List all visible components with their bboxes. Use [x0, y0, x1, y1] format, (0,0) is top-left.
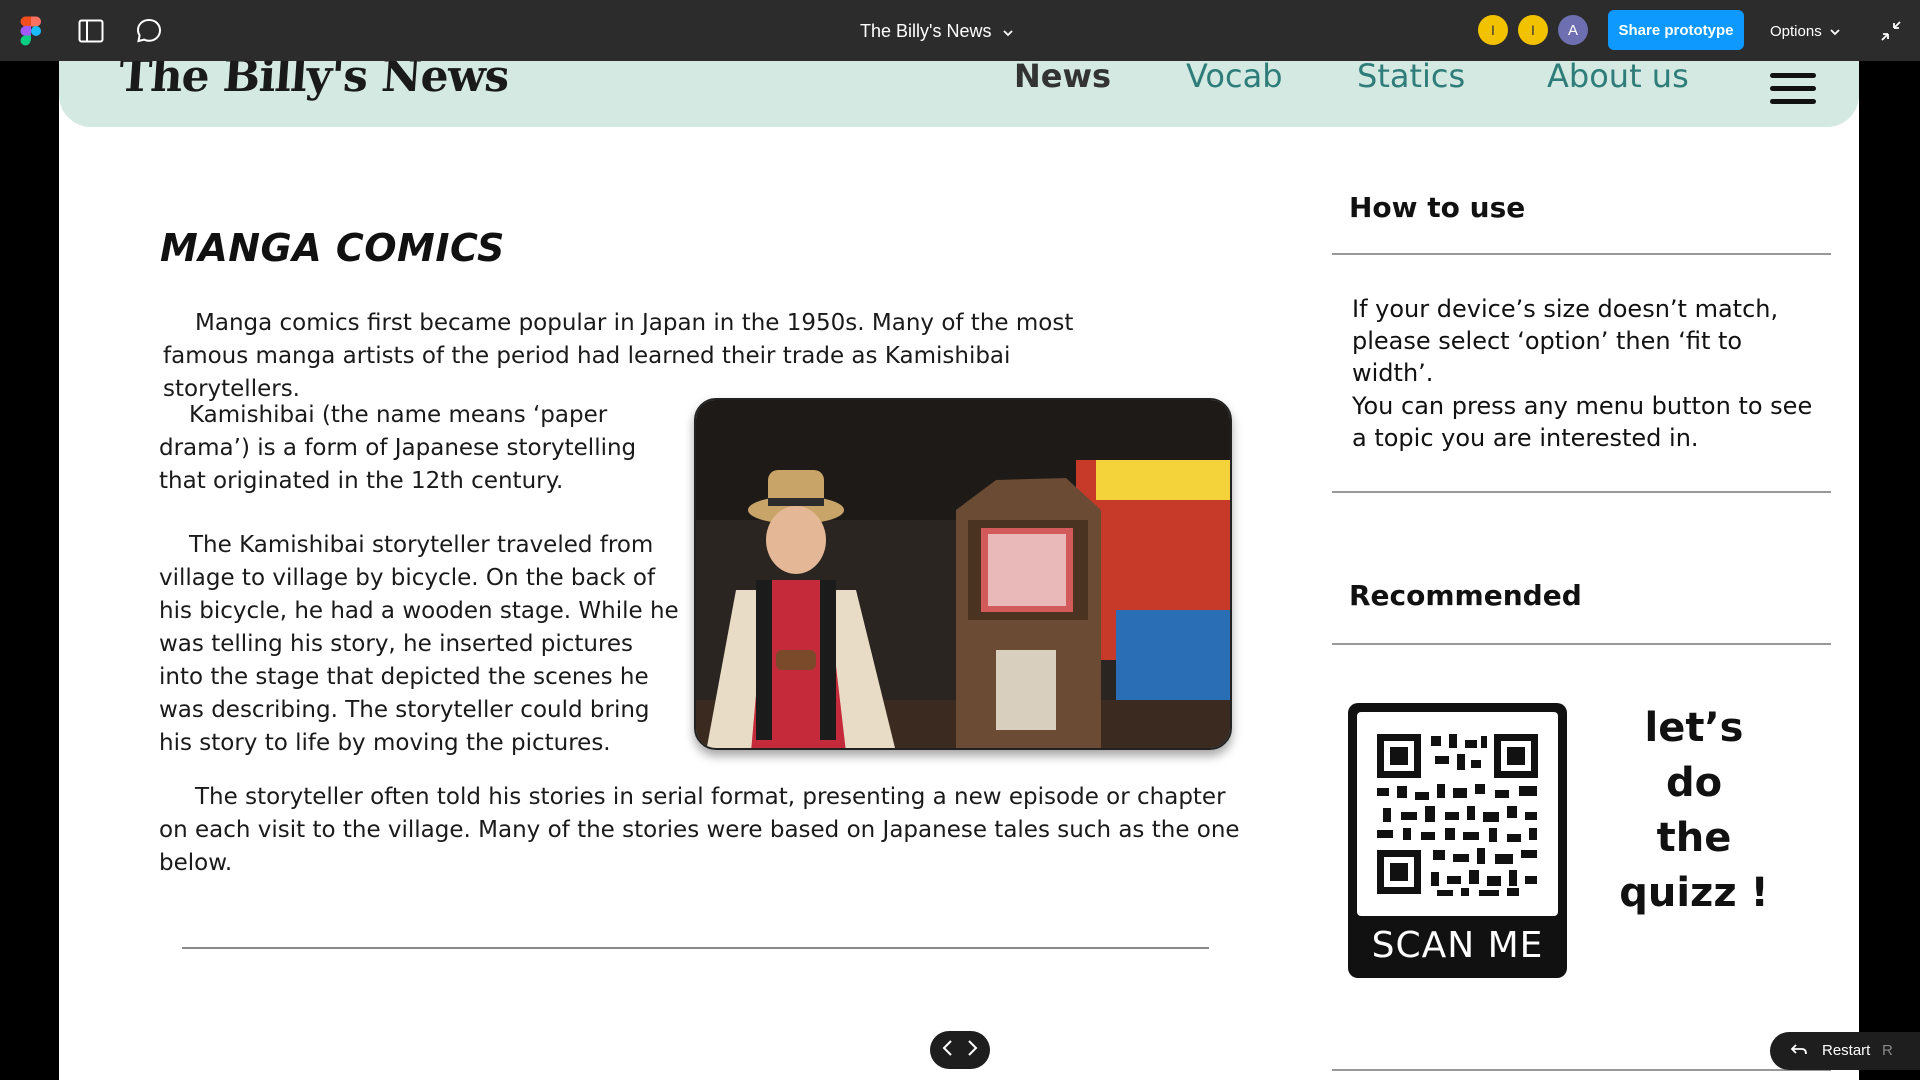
quiz-call-to-action[interactable]: let’s do the quizz ! [1619, 701, 1769, 921]
chevron-right-icon[interactable] [965, 1039, 979, 1061]
article-paragraph: Kamishibai (the name means ‘paper drama’… [159, 402, 637, 494]
chevron-down-icon [1003, 21, 1014, 42]
how-to-use-text: If your device’s size doesn’t match, ple… [1352, 295, 1779, 387]
qr-code-icon [1357, 712, 1558, 916]
avatar[interactable]: A [1558, 15, 1588, 45]
article-paragraph: Manga comics first became popular in Jap… [163, 310, 1074, 402]
avatar[interactable]: I [1478, 15, 1508, 45]
site-logo[interactable]: The Billy's News [117, 61, 510, 102]
sidebar-divider [1332, 253, 1831, 255]
comment-icon[interactable] [134, 16, 164, 46]
chevron-down-icon [1830, 23, 1840, 40]
nav-about-us[interactable]: About us [1547, 61, 1689, 95]
sidebar-divider [1332, 643, 1831, 645]
quiz-line: do [1665, 760, 1723, 806]
kamishibai-storyteller-photo [694, 398, 1232, 750]
how-to-use-heading: How to use [1349, 191, 1526, 224]
prototype-frame: The Billy's News News Vocab Statics Abou… [59, 61, 1859, 1080]
hamburger-menu-icon[interactable] [1770, 73, 1816, 104]
options-label: Options [1770, 22, 1822, 40]
qr-caption: SCAN ME [1371, 925, 1544, 966]
restart-button[interactable]: Restart R [1770, 1032, 1920, 1070]
page-navigation [930, 1031, 990, 1069]
sidebar-divider [1332, 491, 1831, 493]
sidebar-toggle-icon[interactable] [76, 16, 106, 46]
how-to-use-text: You can press any menu button to see a t… [1352, 392, 1813, 452]
options-dropdown[interactable]: Options [1770, 18, 1840, 44]
avatar[interactable]: I [1518, 15, 1548, 45]
share-prototype-button[interactable]: Share prototype [1608, 10, 1744, 50]
site-header: The Billy's News News Vocab Statics Abou… [59, 61, 1859, 127]
nav-vocab[interactable]: Vocab [1186, 61, 1283, 95]
figma-toolbar: The Billy's News I I A Share prototype O… [0, 0, 1920, 61]
restart-label: Restart [1822, 1042, 1871, 1059]
restart-arrow-icon [1790, 1042, 1808, 1062]
qr-code-card[interactable]: SCAN ME [1348, 703, 1567, 978]
collapse-icon[interactable] [1878, 18, 1904, 44]
quiz-line: let’s [1644, 705, 1744, 751]
sidebar-divider [1332, 1069, 1831, 1071]
content-divider [182, 947, 1209, 949]
file-title-dropdown[interactable]: The Billy's News [860, 18, 1014, 44]
quiz-line: quizz ! [1619, 870, 1769, 916]
quiz-line: the [1656, 815, 1732, 861]
article-paragraph: The storyteller often told his stories i… [159, 784, 1240, 876]
nav-news[interactable]: News [1014, 61, 1111, 95]
figma-logo-icon[interactable] [20, 16, 42, 46]
file-title-text: The Billy's News [860, 20, 992, 41]
restart-shortcut: R [1882, 1042, 1893, 1059]
article-title: MANGA COMICS [160, 226, 505, 270]
article-paragraph: The Kamishibai storyteller traveled from… [159, 532, 679, 756]
chevron-left-icon[interactable] [941, 1039, 955, 1061]
recommended-heading: Recommended [1349, 579, 1582, 612]
nav-statics[interactable]: Statics [1357, 61, 1465, 95]
